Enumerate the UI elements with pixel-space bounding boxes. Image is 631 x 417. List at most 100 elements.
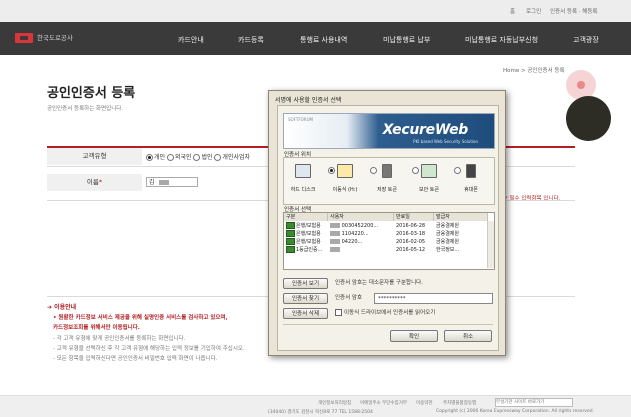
redacted-block [330,223,340,228]
loc-phone[interactable]: 휴대폰 [454,164,488,193]
footer-link-map[interactable]: 주차별물품잡동맵 [443,400,476,406]
delete-cert-button[interactable]: 인증서 삭제 [283,308,328,319]
drive-checkbox[interactable] [335,309,342,316]
nav-item-usage[interactable]: 통행료 사용내역 [300,35,347,45]
loc-label: 하드 디스크 [290,187,316,193]
required-note-text: 필수 입력항목 입니다. [509,196,561,202]
affiliate-select[interactable]: 부설기관 사이트 바로가기 [495,398,573,407]
radio-label: 법인 [201,154,213,161]
ok-button[interactable]: 확인 [390,330,438,342]
banner-tagline: PKI based Web Security Solution [413,139,478,144]
nav-item-card-register[interactable]: 카드등록 [238,35,264,45]
loc-label: 저장 토큰 [377,187,397,193]
cert-register-link[interactable]: 인증서 등록 · 해등록 [550,7,597,15]
nav-item-card-info[interactable]: 카드안내 [178,35,204,45]
cert-table: 구분 사용자 만료일 발급자 은행/보험용 0030452200... 2016… [283,212,495,270]
banner-vendor: SOFTFORUM [288,117,313,122]
footer-link-privacy[interactable]: 개인정보처리방침 [318,400,351,406]
loc-removable[interactable]: 이동식 (H:) [328,164,362,193]
top-utility-bar: 홈 로그인 인증서 등록 · 해등록 [0,0,631,23]
password-label: 인증서 암호 [335,295,363,301]
redacted-block [330,239,340,244]
radio-sole-proprietor[interactable] [214,154,222,161]
footer-link-email[interactable]: 이메일주소 무단수집거부 [360,400,407,406]
loc-label: 보안 토큰 [419,187,439,193]
find-cert-button[interactable]: 인증서 찾기 [283,293,328,304]
cert-dialog: 서명에 사용할 인증서 선택 SOFTFORUM XecureWeb PKI b… [268,90,506,356]
name-input[interactable]: 김 [146,177,198,187]
cell-expiry: 2016-06-28 [396,223,426,229]
cell-issuer: 한국정보... [436,247,460,253]
cancel-button[interactable]: 취소 [444,330,492,342]
case-note: 인증서 암호는 대소문자를 구분합니다. [335,280,423,286]
main-nav: 한국도로공사 카드안내 카드등록 통행료 사용내역 미납통행료 납부 미납통행료… [0,22,631,55]
footer-link-terms[interactable]: 이용약관 [416,400,433,406]
radio-foreigner[interactable] [166,154,174,161]
nav-item-autopay[interactable]: 미납통행료 자동납부신청 [465,35,538,45]
name-label-text: 이름 [86,178,99,186]
customer-type-label: 고객유형 [47,148,142,165]
drive-note: 이동식 드라이브에서 인증서를 읽어오기 [332,308,493,319]
col-type[interactable]: 구분 [284,213,328,221]
cell-type-text: 은행/보험용 [296,239,321,245]
logo-text: 한국도로공사 [37,34,73,42]
ex-logo-icon [15,33,33,43]
loc-storage-token[interactable]: 저장 토큰 [370,164,404,193]
radio-corporation[interactable] [193,154,201,161]
password-input[interactable]: ********** [374,293,493,304]
cell-user-text: 04220... [341,239,363,245]
name-value: 김 [149,179,155,186]
table-scrollbar[interactable] [487,221,494,268]
guide-title: ➜ 이용안내 [47,304,77,311]
storage-token-icon [382,164,392,178]
loc-radio[interactable] [454,167,461,174]
loc-label: 휴대폰 [464,187,478,193]
cell-user: 0030452200... [328,222,394,230]
nav-item-customer[interactable]: 고객광장 [573,35,599,45]
col-user[interactable]: 사용자 [328,213,394,221]
footer-copyright: Copyright (c) 2006 Korea Expressway Corp… [436,409,595,414]
name-label: 이름* [47,174,142,191]
drive-note-text: 이동식 드라이브에서 인증서를 읽어오기 [344,310,436,316]
guide-title-text: 이용안내 [54,304,77,311]
loc-security-token[interactable]: 보안 토큰 [412,164,446,193]
loc-radio[interactable] [370,167,377,174]
dialog-divider [283,324,493,325]
site-logo[interactable]: 한국도로공사 [15,32,73,43]
radio-label: 개인사업자 [222,154,251,161]
col-issuer[interactable]: 발급자 [434,213,488,221]
phone-icon [466,164,476,178]
removable-drive-icon [337,164,353,178]
banner-brand: XecureWeb [382,122,469,138]
guide-line-5: - 모든 항목을 입력하신다면 공인인증서 비밀번호 입력 화면이 나옵니다. [53,356,218,362]
cell-issuer: 금융결제원 [436,231,460,237]
breadcrumb: Home > 공인인증서 등록 [503,68,565,74]
loc-harddisk[interactable]: 하드 디스크 [286,164,320,193]
col-expiry[interactable]: 만료일 [394,213,434,221]
guide-line-2: 카드정보조회를 위해서만 이용됩니다. [53,325,140,331]
home-link[interactable]: 홈 [510,7,515,15]
required-mark: * [98,178,103,186]
cell-type: 은행/보험용 [284,230,328,238]
loc-radio[interactable] [412,167,419,174]
cell-type: 은행/보험용 [284,222,328,230]
xecureweb-banner: SOFTFORUM XecureWeb PKI based Web Securi… [283,113,495,149]
cell-user-text: 1104220... [341,231,369,237]
page-title: 공인인증서 등록 [47,86,136,101]
loc-radio[interactable] [328,167,335,174]
customer-type-radios: 개인 외국인 법인 개인사업자 [146,152,250,161]
view-cert-button[interactable]: 인증서 보기 [283,278,328,289]
nav-item-unpaid[interactable]: 미납통행료 납부 [383,35,430,45]
cell-issuer: 금융결제원 [436,239,460,245]
certificate-icon [286,230,295,237]
harddisk-icon [295,164,311,178]
cell-type-text: 은행/보험용 [296,231,321,237]
security-token-icon [421,164,437,178]
login-link[interactable]: 로그인 [526,7,541,15]
redacted-block [330,231,340,236]
radio-individual[interactable] [146,154,153,161]
guide-line-1: • 원활한 카드정보 서비스 제공을 위해 실명인증 서비스를 검사하고 있으며… [53,315,228,321]
radio-label: 개인 [154,154,166,161]
radio-label: 외국인 [174,154,192,161]
cell-expiry: 2016-03-18 [396,231,426,237]
